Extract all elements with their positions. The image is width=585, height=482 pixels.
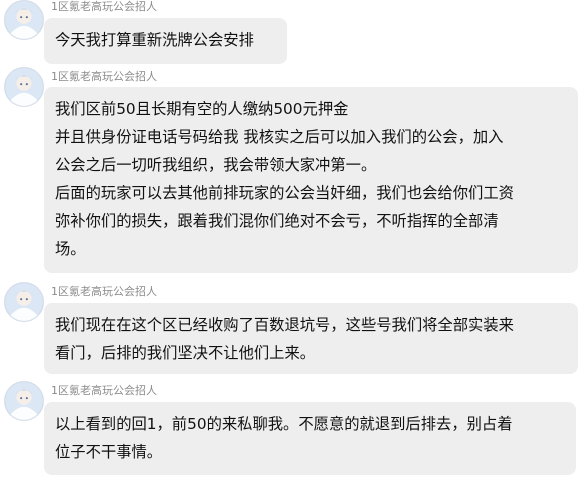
message-line: 今天我打算重新洗牌公会安排 <box>55 31 254 49</box>
message-line: 位子不干事情。 <box>55 443 163 461</box>
sender-name: 1区氪老高玩公会招人 <box>51 0 157 13</box>
message-line: 公会之后一切听我组织，我会带领大家冲第一。 <box>55 156 377 174</box>
message-bubble: 今天我打算重新洗牌公会安排 <box>44 18 287 64</box>
message-bubble: 以上看到的回1，前50的来私聊我。不愿意的就退到后排去，别占着 位子不干事情。 <box>44 402 576 475</box>
sender-name: 1区氪老高玩公会招人 <box>51 384 157 397</box>
message-line: 并且供身份证电话号码给我 我核实之后可以加入我们的公会，加入 <box>55 128 504 146</box>
message-bubble: 我们现在在这个区已经收购了百数退坑号，这些号我们将全部实装来 看门，后排的我们坚… <box>44 303 578 374</box>
message-line: 场。 <box>55 240 86 258</box>
message-line: 我们现在在这个区已经收购了百数退坑号，这些号我们将全部实装来 <box>55 316 514 334</box>
anime-character-avatar-icon[interactable] <box>4 67 44 107</box>
message-bubble: 我们区前50且长期有空的人缴纳500元押金 并且供身份证电话号码给我 我核实之后… <box>44 87 578 273</box>
sender-name: 1区氪老高玩公会招人 <box>51 70 157 83</box>
message-line: 以上看到的回1，前50的来私聊我。不愿意的就退到后排去，别占着 <box>55 415 513 433</box>
message-line: 后面的玩家可以去其他前排玩家的公会当奸细，我们也会给你们工资 <box>55 184 514 202</box>
anime-character-avatar-icon[interactable] <box>4 0 44 40</box>
message-line: 看门，后排的我们坚决不让他们上来。 <box>55 344 316 362</box>
anime-character-avatar-icon[interactable] <box>4 381 44 421</box>
sender-name: 1区氪老高玩公会招人 <box>51 285 157 298</box>
anime-character-avatar-icon[interactable] <box>4 282 44 322</box>
message-line: 我们区前50且长期有空的人缴纳500元押金 <box>55 100 349 118</box>
message-line: 弥补你们的损失，跟着我们混你们绝对不会亏，不听指挥的全部清 <box>55 212 499 230</box>
